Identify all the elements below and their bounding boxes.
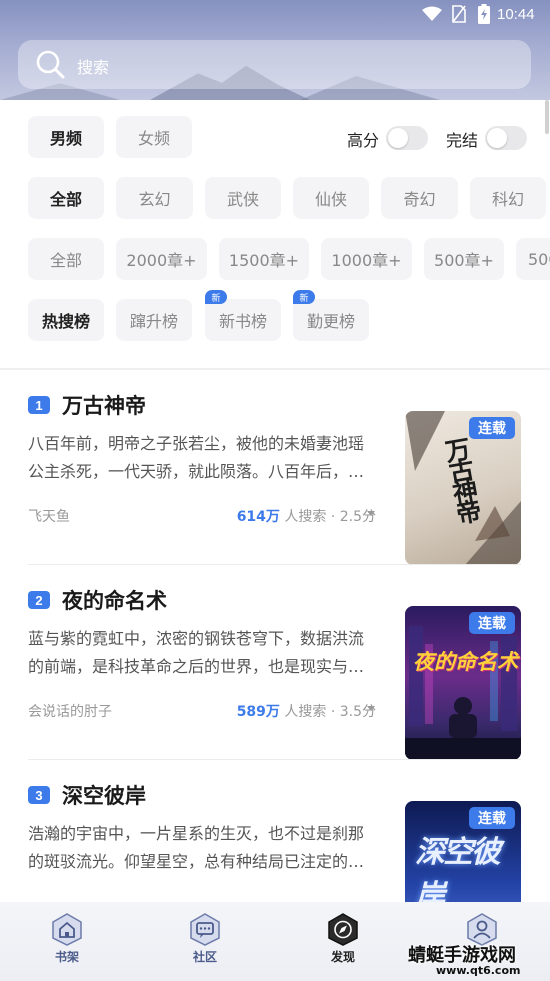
tab-male[interactable]: 男频 bbox=[28, 116, 104, 158]
sim-icon bbox=[452, 5, 466, 23]
book-cover[interactable]: 深空彼岸 连载 bbox=[405, 801, 521, 902]
genre-chip[interactable]: 武侠 bbox=[205, 177, 281, 219]
new-badge: 新 bbox=[293, 290, 315, 304]
nav-label: 发现 bbox=[330, 950, 355, 964]
ranking-new[interactable]: 新 新书榜 bbox=[205, 290, 281, 341]
search-placeholder: 搜索 bbox=[77, 58, 110, 77]
search-count: 589万 bbox=[236, 704, 280, 720]
caret-down-icon[interactable] bbox=[367, 706, 375, 711]
book-author[interactable]: 会说话的肘子 bbox=[28, 701, 112, 721]
chat-icon bbox=[190, 913, 220, 946]
house-icon bbox=[52, 913, 82, 946]
book-title[interactable]: 深空彼岸 bbox=[62, 780, 146, 810]
battery-icon bbox=[478, 4, 490, 24]
book-item[interactable]: 3 深空彼岸 浩瀚的宇宙中，一片星系的生灭，也不过是刹那的斑驳流光。仰望星空，总… bbox=[0, 760, 550, 902]
length-chip[interactable]: 1000章+ bbox=[321, 238, 412, 280]
cover-title: 深空彼岸 bbox=[415, 835, 501, 902]
watermark-url: www.qt6.com bbox=[436, 964, 521, 977]
genre-chip[interactable]: 玄幻 bbox=[116, 177, 193, 219]
completed-toggle[interactable] bbox=[485, 126, 527, 150]
search-suffix: 人搜索 · 3.5分 bbox=[284, 704, 376, 720]
length-chip[interactable]: 全部 bbox=[28, 238, 104, 280]
header-banner: 10:44 搜索 bbox=[0, 0, 550, 100]
genre-chip[interactable]: 奇幻 bbox=[381, 177, 458, 219]
book-list[interactable]: 1 万古神帝 八百年前，明帝之子张若尘，被他的未婚妻池瑶公主杀死，一代天骄，就此… bbox=[0, 370, 550, 902]
new-badge: 新 bbox=[205, 290, 227, 304]
status-badge: 连载 bbox=[469, 612, 515, 634]
status-badge: 连载 bbox=[469, 807, 515, 829]
completed-label: 完结 bbox=[446, 131, 479, 150]
search-icon bbox=[36, 50, 65, 79]
status-badge: 连载 bbox=[469, 417, 515, 439]
length-chip[interactable]: 500章+ bbox=[424, 238, 504, 280]
rank-badge: 1 bbox=[28, 396, 50, 414]
length-chip[interactable]: 1500章+ bbox=[219, 238, 309, 280]
wifi-icon bbox=[422, 6, 442, 21]
ranking-label: 勤更榜 bbox=[306, 312, 355, 331]
book-description: 蓝与紫的霓虹中，浓密的钢铁苍穹下，数据洪流的前端，是科技革命之后的世界，也是现实… bbox=[28, 629, 365, 676]
book-description: 八百年前，明帝之子张若尘，被他的未婚妻池瑶公主杀死，一代天骄，就此陨落。八百年后… bbox=[28, 434, 365, 481]
nav-discover[interactable]: 发现 bbox=[313, 912, 373, 965]
book-stats: 589万 人搜索 · 3.5分 bbox=[237, 701, 376, 721]
compass-icon bbox=[328, 913, 358, 946]
length-chip[interactable]: 2000章+ bbox=[116, 238, 207, 280]
length-chip[interactable]: 500 bbox=[516, 238, 550, 280]
book-title[interactable]: 夜的命名术 bbox=[62, 585, 167, 615]
search-suffix: 人搜索 · 2.5分 bbox=[284, 509, 376, 525]
nav-label: 书架 bbox=[54, 950, 79, 964]
ranking-label: 新书榜 bbox=[218, 312, 267, 331]
high-score-toggle[interactable] bbox=[386, 126, 428, 150]
search-bar[interactable]: 搜索 bbox=[18, 40, 531, 89]
genre-chip[interactable]: 科幻 bbox=[470, 177, 546, 219]
nav-community[interactable]: 社区 bbox=[175, 912, 235, 965]
high-score-label: 高分 bbox=[347, 131, 380, 150]
book-item[interactable]: 1 万古神帝 八百年前，明帝之子张若尘，被他的未婚妻池瑶公主杀死，一代天骄，就此… bbox=[0, 370, 550, 565]
cover-title: 夜的命名术 bbox=[413, 649, 518, 674]
nav-label: 社区 bbox=[192, 950, 217, 964]
status-bar: 10:44 bbox=[0, 0, 550, 30]
ranking-rising[interactable]: 蹿升榜 bbox=[116, 299, 192, 341]
caret-down-icon[interactable] bbox=[367, 511, 375, 516]
clock: 10:44 bbox=[497, 6, 535, 23]
rank-badge: 2 bbox=[28, 591, 50, 609]
ranking-update[interactable]: 新 勤更榜 bbox=[293, 290, 369, 341]
search-count: 614万 bbox=[236, 509, 280, 525]
book-stats: 614万 人搜索 · 2.5分 bbox=[237, 506, 376, 526]
book-title[interactable]: 万古神帝 bbox=[62, 390, 146, 420]
genre-chip[interactable]: 仙侠 bbox=[293, 177, 369, 219]
scroll-indicator bbox=[545, 100, 549, 134]
ranking-hot[interactable]: 热搜榜 bbox=[28, 299, 104, 341]
tab-female[interactable]: 女频 bbox=[116, 116, 192, 158]
filter-panel: 男频 女频 高分 完结 全部 玄幻 武侠 仙侠 奇幻 科幻 全部 2000章+ … bbox=[0, 100, 550, 368]
book-author[interactable]: 飞天鱼 bbox=[28, 506, 70, 526]
book-item[interactable]: 2 夜的命名术 蓝与紫的霓虹中，浓密的钢铁苍穹下，数据洪流的前端，是科技革命之后… bbox=[0, 565, 550, 760]
genre-chip[interactable]: 全部 bbox=[28, 177, 104, 219]
book-description: 浩瀚的宇宙中，一片星系的生灭，也不过是刹那的斑驳流光。仰望星空，总有种结局已注定… bbox=[28, 824, 365, 871]
book-cover[interactable]: 万古神帝 连载 bbox=[405, 411, 521, 565]
nav-bookshelf[interactable]: 书架 bbox=[37, 912, 97, 965]
rank-badge: 3 bbox=[28, 786, 50, 804]
book-cover[interactable]: 夜的命名术 连载 bbox=[405, 606, 521, 760]
